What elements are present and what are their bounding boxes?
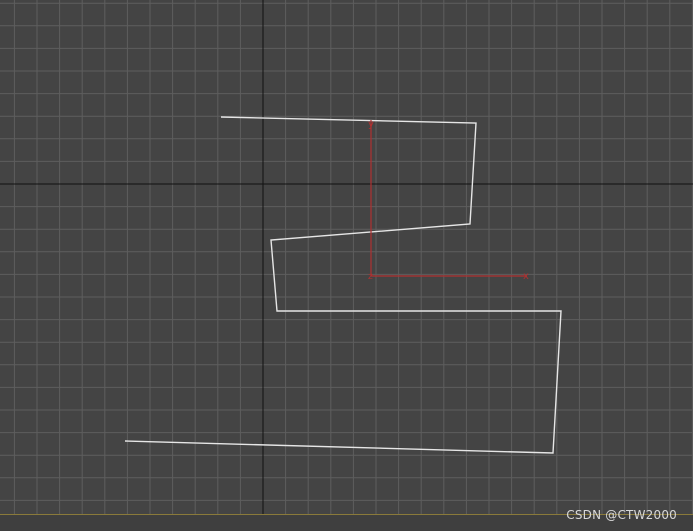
home-grid-axes	[0, 0, 693, 514]
transform-gizmo[interactable]: y x z	[368, 119, 529, 282]
spline-shape[interactable]	[124, 116, 562, 454]
grid-minor-lines	[0, 0, 693, 514]
watermark-text: CSDN @CTW2000	[566, 508, 677, 522]
gizmo-z-label: z	[368, 272, 373, 282]
viewport-canvas[interactable]: y x z	[0, 0, 693, 514]
viewport-top[interactable]: y x z	[0, 0, 693, 514]
gizmo-y-label: y	[368, 119, 374, 130]
gizmo-x-label: x	[523, 271, 529, 282]
